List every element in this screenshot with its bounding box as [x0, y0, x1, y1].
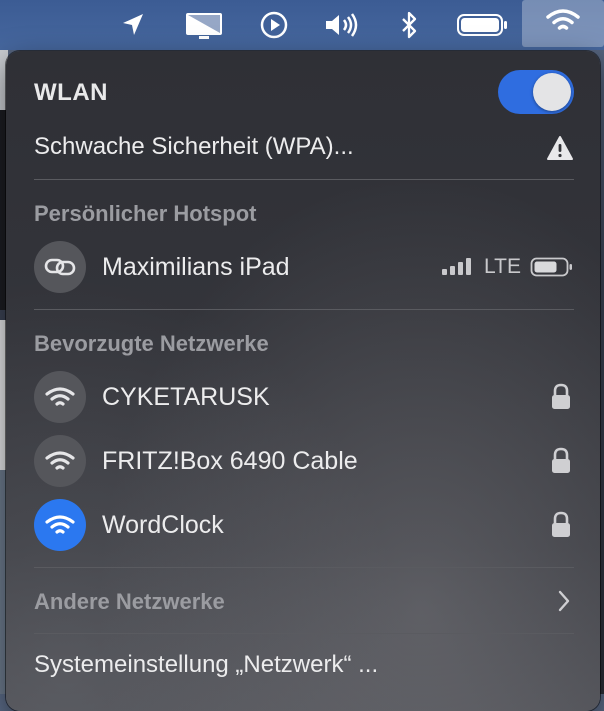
divider — [34, 179, 574, 180]
battery-icon[interactable] — [456, 8, 510, 42]
location-arrow-icon[interactable] — [118, 8, 148, 42]
hotspot-device-name[interactable]: Maximilians iPad — [102, 253, 290, 282]
wifi-popover: WLAN Schwache Sicherheit (WPA)... Persön… — [6, 51, 600, 711]
hotspot-section-title: Persönlicher Hotspot — [34, 201, 257, 226]
divider — [34, 567, 574, 568]
other-networks-link[interactable]: Andere Netzwerke — [34, 589, 225, 615]
lock-icon — [550, 447, 572, 480]
wifi-icon — [34, 371, 86, 423]
toggle-knob — [533, 73, 571, 111]
wlan-toggle[interactable] — [498, 70, 574, 114]
wifi-icon — [546, 8, 580, 39]
play-circle-icon[interactable] — [258, 8, 290, 42]
network-name[interactable]: CYKETARUSK — [102, 383, 270, 412]
volume-icon[interactable] — [322, 8, 362, 42]
divider — [34, 309, 574, 310]
divider — [34, 633, 574, 634]
network-type-label: LTE — [484, 255, 521, 278]
menu-bar — [0, 0, 604, 50]
network-name[interactable]: FRITZ!Box 6490 Cable — [102, 447, 358, 476]
network-settings-link[interactable]: Systemeinstellung „Netzwerk“ ... — [34, 651, 378, 679]
chevron-right-icon[interactable] — [556, 589, 572, 618]
wifi-connected-icon — [34, 499, 86, 551]
cellular-signal-icon — [442, 255, 478, 282]
wifi-icon — [34, 435, 86, 487]
screen-mirroring-icon[interactable] — [184, 8, 224, 42]
warning-icon — [546, 135, 574, 166]
bluetooth-icon[interactable] — [398, 8, 420, 42]
wifi-menu-button[interactable] — [522, 0, 604, 47]
security-warning-label[interactable]: Schwache Sicherheit (WPA)... — [34, 133, 354, 161]
hotspot-battery-icon — [530, 256, 574, 283]
preferred-section-title: Bevorzugte Netzwerke — [34, 331, 269, 356]
wlan-title: WLAN — [34, 79, 108, 106]
hotspot-link-icon — [34, 241, 86, 293]
network-name[interactable]: WordClock — [102, 511, 224, 540]
lock-icon — [550, 383, 572, 416]
lock-icon — [550, 511, 572, 544]
